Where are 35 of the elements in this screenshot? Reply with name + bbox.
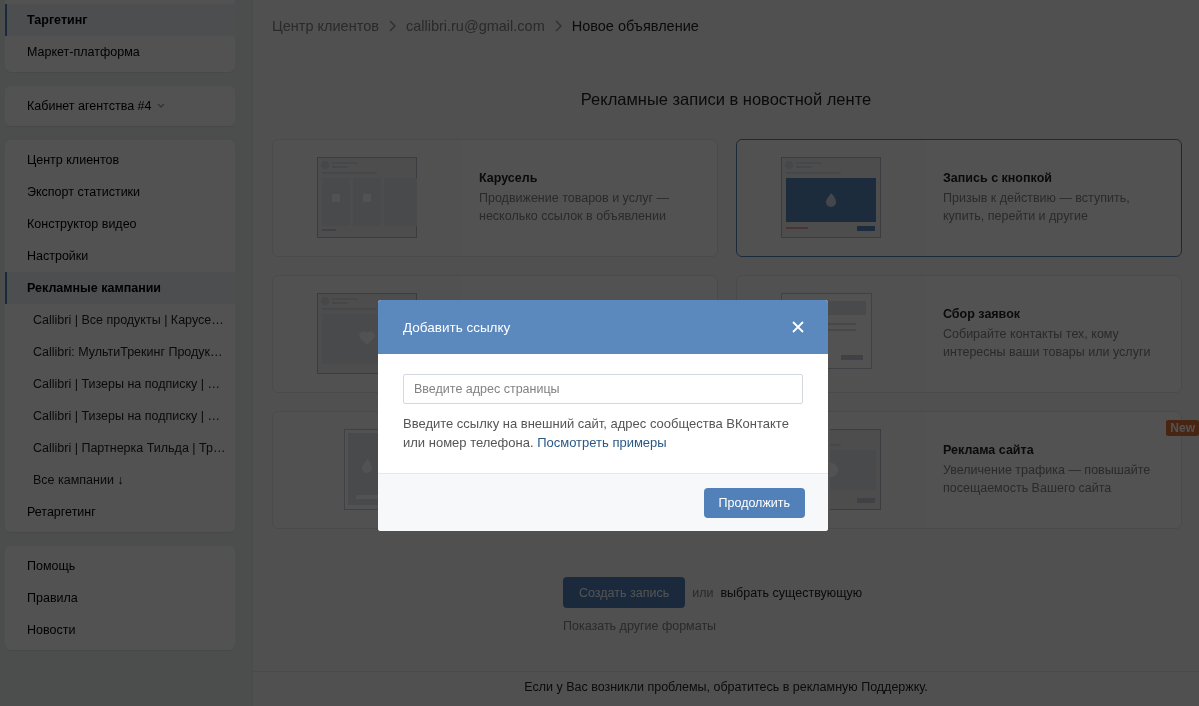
sidebar-item[interactable]: Новости — [5, 614, 235, 646]
sidebar-item[interactable]: Конструктор видео — [5, 208, 235, 240]
card-title: Сбор заявок — [943, 307, 1022, 321]
sidebar-item[interactable]: Маркет-платформа — [5, 36, 235, 68]
sidebar-item[interactable]: Рекламные кампании — [5, 272, 235, 304]
card-title: Карусель — [479, 171, 539, 185]
footer-text: Если у Вас возникли проблемы, обратитесь в рекламную Поддержку. — [524, 680, 928, 694]
caret-icon — [156, 103, 165, 109]
sidebar-item[interactable]: Экспорт статистики — [5, 176, 235, 208]
sidebar-item[interactable]: Таргетинг — [5, 4, 235, 36]
section-heading: Рекламные записи в новостной ленте — [579, 90, 873, 109]
examples-link[interactable]: Посмотреть примеры — [537, 435, 667, 450]
campaign-item[interactable]: Callibri | Тизеры на подписку | … — [5, 368, 235, 400]
choose-existing-link[interactable]: выбрать существующую — [720, 585, 863, 600]
sidebar-item[interactable]: Кабинет агентства #4 — [5, 90, 235, 122]
campaign-item[interactable]: Все кампании ↓ — [5, 464, 235, 496]
campaign-item[interactable]: Callibri | Партнерка Тильда | Тр… — [5, 432, 235, 464]
campaign-item[interactable]: Callibri | Все продукты | Карусе… — [5, 304, 235, 336]
chevron-icon — [554, 20, 562, 32]
sidebar-item[interactable]: Настройки — [5, 240, 235, 272]
sidebar-item[interactable]: Правила — [5, 582, 235, 614]
sidebar-item[interactable]: Центр клиентов — [5, 144, 235, 176]
modal-title: Добавить ссылку — [403, 319, 511, 335]
sidebar-item[interactable]: Ретаргетинг — [5, 496, 235, 528]
card-title: Реклама сайта — [943, 443, 1035, 457]
close-icon[interactable] — [792, 321, 804, 333]
new-badge: New — [1166, 420, 1199, 436]
campaign-item[interactable]: Callibri: МультиТрекинг Продук… — [5, 336, 235, 368]
campaign-item[interactable]: Callibri | Тизеры на подписку | … — [5, 400, 235, 432]
url-input-field[interactable]: Введите адрес страницы — [403, 374, 803, 404]
chevron-icon — [388, 20, 396, 32]
sidebar-item[interactable]: Помощь — [5, 550, 235, 582]
card-title: Запись с кнопкой — [943, 171, 1053, 185]
breadcrumb-link[interactable]: Новое объявление — [571, 18, 699, 34]
continue-button[interactable]: Продолжить — [703, 487, 805, 518]
